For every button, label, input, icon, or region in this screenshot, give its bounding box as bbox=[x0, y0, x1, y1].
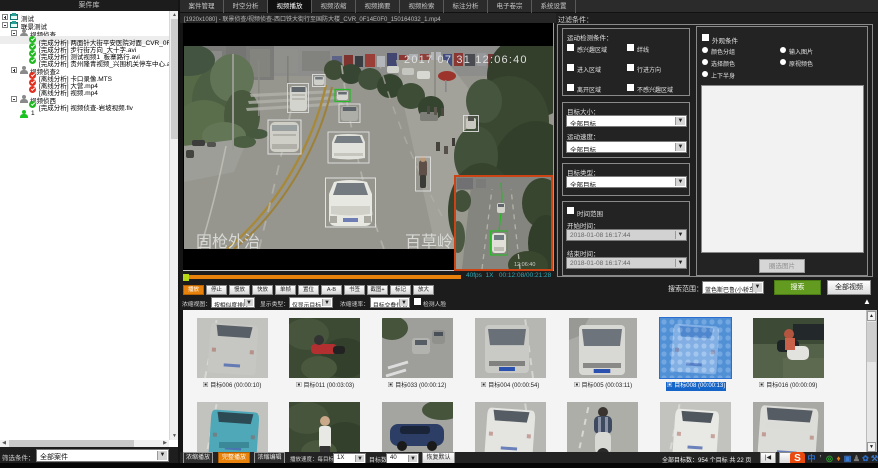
svg-text:2017 07 31 12:06:40: 2017 07 31 12:06:40 bbox=[404, 54, 528, 66]
svg-text:固枪外治: 固枪外治 bbox=[196, 233, 260, 249]
svg-text:12:06:40: 12:06:40 bbox=[514, 262, 535, 268]
